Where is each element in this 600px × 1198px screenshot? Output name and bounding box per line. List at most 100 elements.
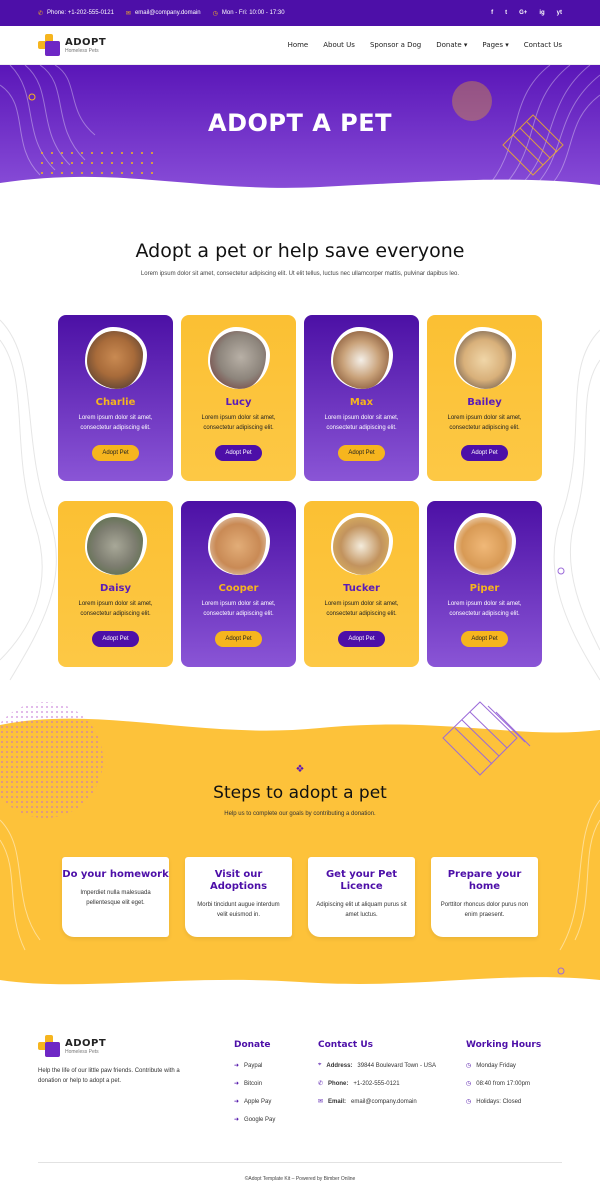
nav-pages[interactable]: Pages ▾ [482,41,508,49]
adopt-pet-button[interactable]: Adopt Pet [461,445,508,462]
pet-card: Tucker Lorem ipsum dolor sit amet, conse… [304,501,419,667]
top-email[interactable]: ✉ email@company.domain [126,10,201,17]
pet-card: Charlie Lorem ipsum dolor sit amet, cons… [58,315,173,481]
step-card: Visit our Adoptions Morbi tincidunt augu… [185,857,292,937]
pet-desc: Lorem ipsum dolor sit amet, consectetur … [78,415,153,431]
youtube-icon[interactable]: yt [557,10,562,16]
google-plus-icon[interactable]: G+ [519,10,527,16]
pet-name: Piper [469,583,500,594]
adopt-pet-button[interactable]: Adopt Pet [92,445,139,462]
footer-divider [38,1162,562,1163]
pet-photo [330,327,393,389]
footer: ADOPT Homeless Pets Help the life of our… [38,1035,562,1160]
logo-title: ADOPT [65,36,107,48]
map-marker-icon: ⌖ [318,1062,322,1068]
clock-icon: ◷ [466,1099,472,1105]
top-hours: ◷ Mon - Fri: 10:00 - 17:30 [212,10,285,17]
contact-address: ⌖ Address: 39844 Boulevard Town - USA [318,1062,437,1069]
instagram-icon[interactable]: ig [539,10,544,16]
adopt-pet-button[interactable]: Adopt Pet [215,445,262,462]
pet-photo [330,513,393,575]
pet-photo [207,327,270,389]
steps-title: Steps to adopt a pet [213,783,387,803]
pet-photo [453,327,516,389]
hero-title: ADOPT A PET [208,109,392,137]
footer-donate-title: Donate [234,1040,271,1050]
clock-icon: ◷ [212,10,218,17]
pet-photo [84,513,147,575]
phone-icon: ✆ [38,10,44,17]
step-text: Porttitor rhoncus dolor purus non enim p… [440,902,529,918]
hours-item: ◷ Holidays: Closed [466,1098,522,1106]
adopt-pet-button[interactable]: Adopt Pet [461,631,508,648]
step-text: Imperdiet nulla malesuada pellentesque e… [80,890,151,906]
top-bar: ✆ Phone: +1-202-555-0121 ✉ email@company.d… [0,0,600,26]
hero-banner: ADOPT A PET [0,65,600,195]
site-header: ADOPT Homeless Pets Home About Us Sponso… [0,26,600,65]
footer-contact-title: Contact Us [318,1040,374,1050]
pet-desc: Lorem ipsum dolor sit amet, consectetur … [447,415,522,431]
pet-name: Charlie [95,397,136,408]
step-title: Visit our Adoptions [209,869,268,892]
adopt-pet-button[interactable]: Adopt Pet [338,631,385,648]
main-nav: Home About Us Sponsor a Dog Donate ▾ Pag… [288,41,562,49]
logo-subtitle: Homeless Pets [65,47,99,54]
step-title: Do your homework [62,869,169,880]
footer-hours: Working Hours ◷ Monday Friday ◷ 08:40 from… [466,1035,541,1116]
chevron-right-icon: ➜ [234,1099,240,1105]
mail-icon: ✉ [318,1099,324,1105]
donate-link[interactable]: ➜ Bitcoin [234,1080,275,1088]
donate-link[interactable]: ➜ Apple Pay [234,1098,275,1106]
adopt-pet-button[interactable]: Adopt Pet [338,445,385,462]
adopt-pet-button[interactable]: Adopt Pet [215,631,262,648]
footer-logo[interactable]: ADOPT Homeless Pets [38,1035,203,1057]
step-title: Get your Pet Licence [325,869,398,892]
donate-link[interactable]: ➜ Google Pay [234,1116,275,1124]
pet-name: Lucy [225,397,252,408]
phone-icon: ✆ [318,1081,324,1087]
footer-contact: Contact Us ⌖ Address: 39844 Boulevard Town… [318,1035,436,1116]
contact-phone[interactable]: ✆ Phone: +1-202-555-0121 [318,1080,436,1088]
adopt-pet-button[interactable]: Adopt Pet [92,631,139,648]
mail-icon: ✉ [125,10,131,17]
nav-home[interactable]: Home [288,41,309,49]
pet-desc: Lorem ipsum dolor sit amet, consectetur … [201,415,276,431]
nav-contact[interactable]: Contact Us [524,41,562,49]
step-card: Get your Pet Licence Adipiscing elit ut … [308,857,415,937]
steps-subtitle: Help us to complete our goals by contrib… [224,811,376,817]
contact-email[interactable]: ✉ Email: email@company.domain [318,1098,436,1106]
pet-card: Cooper Lorem ipsum dolor sit amet, conse… [181,501,296,667]
twitter-icon[interactable]: t [505,10,507,16]
steps-background [0,701,600,985]
footer-donate: Donate ➜ Paypal ➜ Bitcoin ➜ Apple Pay ➜ Goog… [234,1035,275,1134]
nav-sponsor[interactable]: Sponsor a Dog [370,41,421,49]
logo-cross-icon [38,1035,60,1057]
footer-hours-title: Working Hours [466,1040,542,1050]
step-card: Do your homework Imperdiet nulla malesua… [62,857,169,937]
intro-text: Lorem ipsum dolor sit amet, consectetur … [140,271,460,277]
footer-about-text: Help the life of our little paw friends.… [38,1068,180,1084]
pet-photo [84,327,147,389]
step-card: Prepare your home Porttitor rhoncus dolo… [431,857,538,937]
top-phone[interactable]: ✆ Phone: +1-202-555-0121 [38,10,114,17]
clock-icon: ◷ [466,1081,472,1087]
nav-about[interactable]: About Us [323,41,355,49]
pet-desc: Lorem ipsum dolor sit amet, consectetur … [201,601,276,617]
pet-name: Cooper [218,583,259,594]
copyright: ©Adopt Template Kit – Powered by Bimber … [244,1176,356,1182]
donate-link[interactable]: ➜ Paypal [234,1062,275,1070]
facebook-icon[interactable]: f [491,10,493,16]
footer-about: ADOPT Homeless Pets Help the life of our… [38,1035,203,1086]
pet-desc: Lorem ipsum dolor sit amet, consectetur … [447,601,522,617]
nav-donate[interactable]: Donate ▾ [436,41,467,49]
hours-item: ◷ 08:40 from 17:00pm [466,1080,530,1088]
step-text: Morbi tincidunt augue interdum velit eui… [197,902,280,918]
step-text: Adipiscing elit ut aliquam purus sit ame… [316,902,407,918]
pet-grid: Charlie Lorem ipsum dolor sit amet, cons… [58,315,542,667]
step-title: Prepare your home [447,869,522,892]
logo-title: ADOPT [65,1037,107,1049]
chevron-right-icon: ➜ [234,1081,240,1087]
logo[interactable]: ADOPT Homeless Pets [38,34,106,56]
step-cards: Do your homework Imperdiet nulla malesua… [62,857,538,937]
logo-cross-icon [38,34,60,56]
